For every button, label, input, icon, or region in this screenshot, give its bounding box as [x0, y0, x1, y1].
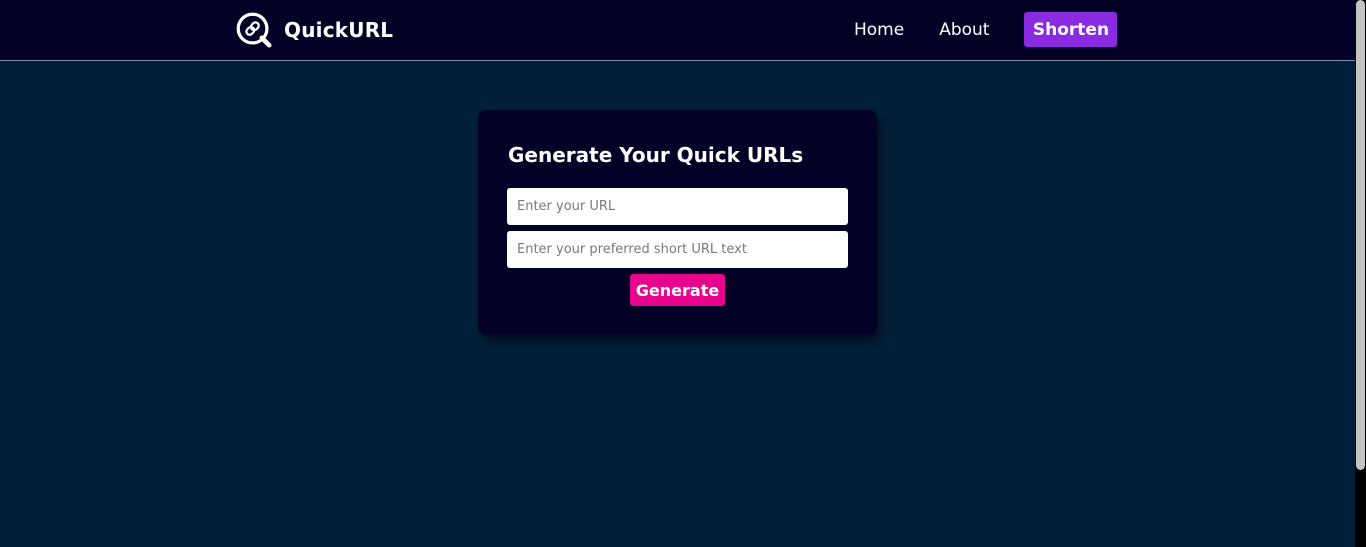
scrollbar-thumb[interactable] — [1356, 0, 1365, 470]
nav-links: Home About Shorten — [840, 12, 1118, 47]
card-title: Generate Your Quick URLs — [508, 143, 804, 167]
nav-link-home[interactable]: Home — [854, 14, 904, 46]
nav-link-about[interactable]: About — [939, 14, 989, 46]
brand-name: QuickURL — [284, 17, 394, 42]
url-input[interactable] — [507, 188, 848, 225]
generate-button[interactable]: Generate — [630, 274, 725, 306]
shorten-button[interactable]: Shorten — [1024, 12, 1118, 47]
brand-link[interactable]: QuickURL — [235, 11, 393, 48]
short-url-text-input[interactable] — [507, 231, 848, 268]
shortener-card: Generate Your Quick URLs Generate — [478, 110, 877, 335]
link-q-logo-icon — [236, 12, 272, 48]
page: QuickURL Home About Shorten Generate You… — [0, 0, 1366, 547]
navbar: QuickURL Home About Shorten — [0, 0, 1355, 61]
scrollbar[interactable] — [1355, 0, 1366, 547]
